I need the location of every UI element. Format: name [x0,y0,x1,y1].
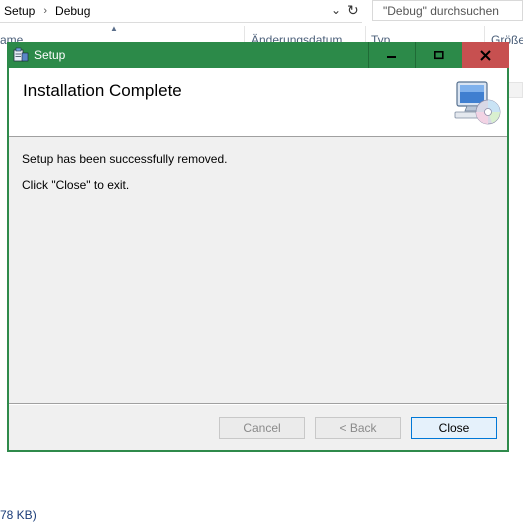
setup-app-icon [13,47,29,62]
divider [9,403,507,405]
dialog-client-area: Installation Complete Setup has been suc… [9,68,507,450]
column-header-row: ▲ ame Änderungsdatum Typ Größe [0,22,523,47]
window-close-button[interactable] [462,42,509,68]
list-item[interactable] [508,82,523,98]
breadcrumb-item-debug[interactable]: Debug [55,4,90,18]
maximize-icon [433,50,444,60]
cancel-button[interactable]: Cancel [219,417,305,439]
breadcrumb-item-setup[interactable]: Setup [4,4,35,18]
sort-arrow-icon: ▲ [110,24,118,33]
dialog-banner: Installation Complete [9,68,507,137]
setup-dialog: Setup Installation Complete Setup has be… [7,42,509,452]
minimize-button[interactable] [368,42,414,68]
close-button[interactable]: Close [411,417,497,439]
dialog-titlebar[interactable]: Setup [7,42,509,68]
computer-cd-icon [454,81,501,125]
status-bar-text: 78 KB) [0,508,37,522]
chevron-down-icon[interactable]: ⌄ [331,3,341,17]
maximize-button[interactable] [415,42,461,68]
close-icon [480,49,491,61]
dialog-title: Setup [34,48,66,62]
address-breadcrumb[interactable]: Setup › Debug ⌄ ↻ [0,0,362,23]
breadcrumb-separator-icon: › [43,5,48,17]
status-message: Setup has been successfully removed. [22,152,228,166]
refresh-icon[interactable]: ↻ [347,2,359,19]
search-input[interactable]: "Debug" durchsuchen [372,0,523,21]
minimize-icon [386,56,396,58]
instruction-message: Click "Close" to exit. [22,178,130,192]
back-button[interactable]: < Back [315,417,401,439]
page-title: Installation Complete [23,81,182,100]
